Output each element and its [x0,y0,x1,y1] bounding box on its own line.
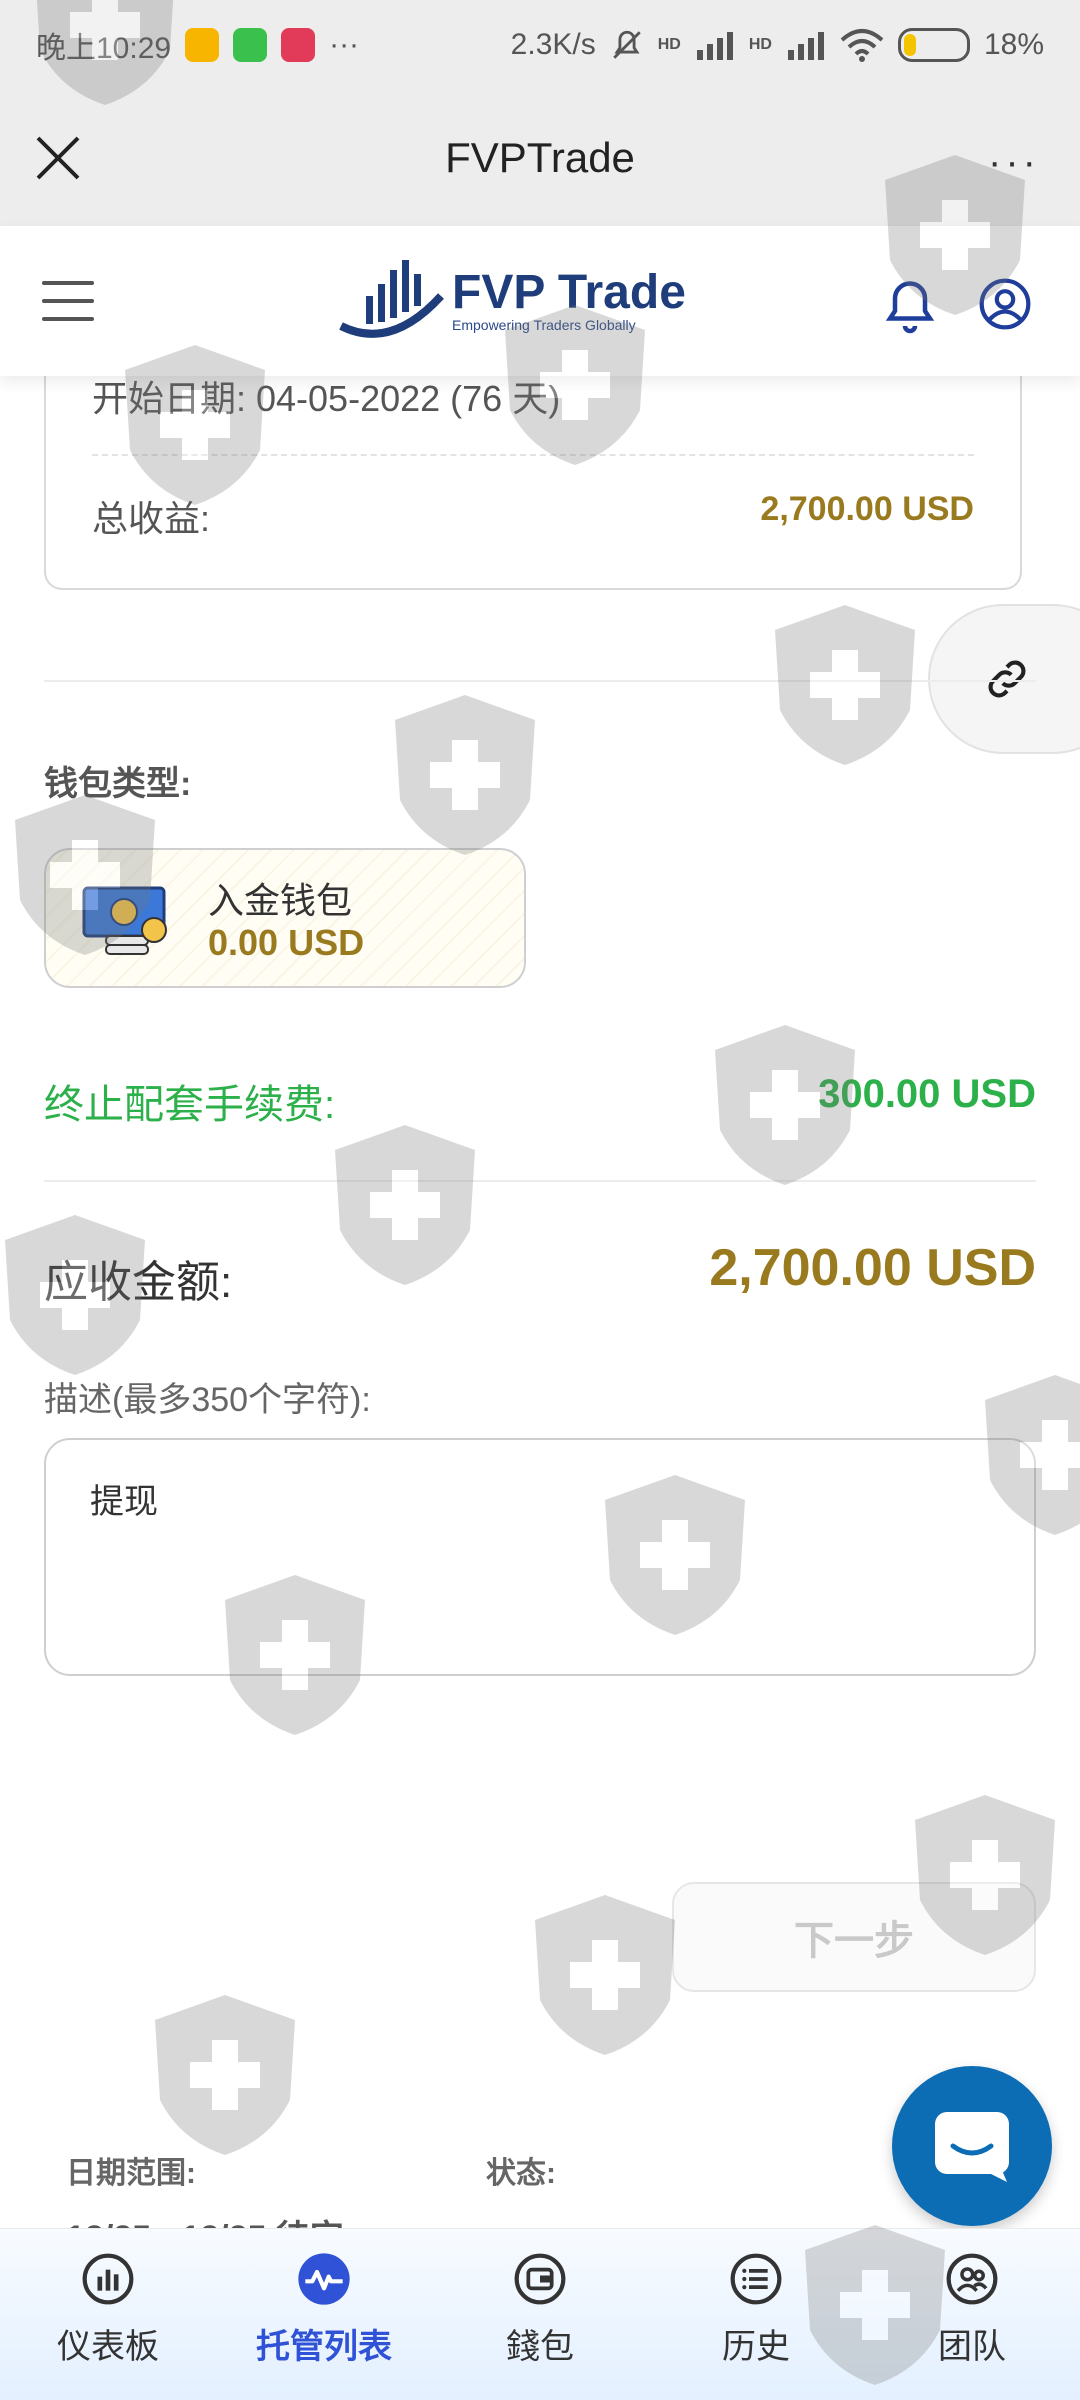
nav-wallet-label: 錢包 [506,2328,574,2366]
deposit-wallet-option[interactable]: 入金钱包 0.00 USD [44,848,526,988]
chart-icon [82,2253,134,2305]
wallet-balance: 0.00 USD [208,922,365,963]
wallet-name: 入金钱包 [208,880,353,921]
package-summary-card: 开始日期: 04-05-2022 (76 天) 总收益: 2,700.00 US… [44,340,1022,590]
store-app-icon [281,28,316,62]
chat-icon [935,2112,1009,2182]
logo-tagline: Empowering Traders Globally [452,317,636,333]
description-input[interactable] [44,1438,1036,1676]
pulse-icon [298,2253,350,2305]
receivable-amount-value: 2,700.00 USD [709,1239,1036,1297]
brand-logo[interactable]: FVP Trade Empowering Traders Globally [336,256,686,346]
watermark-shield-icon [155,1995,295,2155]
watermark-shield-icon [775,605,915,765]
total-profit-label: 总收益: [92,498,211,539]
watermark-shield-icon [535,1895,675,2055]
watermark-shield-icon [395,695,535,855]
status-filter-label: 状态: [486,2157,556,2190]
menu-icon[interactable] [42,281,94,321]
wifi-icon [840,29,884,62]
section-divider-2 [44,1180,1036,1182]
signal-hd-label: HD [657,36,681,53]
more-options-icon[interactable]: ··· [988,140,1040,185]
live-chat-button[interactable] [892,2066,1052,2226]
signal-icon [696,32,733,60]
nav-wallet[interactable]: 錢包 [432,2229,648,2400]
battery-level: 18% [983,28,1044,61]
wallet-type-label: 钱包类型: [44,765,192,803]
next-step-button[interactable]: 下一步 [672,1882,1036,1992]
termination-fee-value: 300.00 USD [818,1072,1036,1116]
wallet-icon [514,2253,566,2305]
user-profile-icon[interactable] [977,276,1033,332]
total-profit-value: 2,700.00 USD [760,490,974,528]
cash-icon [82,886,167,955]
team-icon [946,2253,998,2305]
nav-custody-list[interactable]: 托管列表 [216,2229,432,2400]
link-icon [988,660,1026,698]
security-app-icon [233,28,268,62]
status-bar: 晚上10:29 ··· 2.3K/s HD HD 18% [0,0,1080,90]
watermark-shield-icon [335,1125,475,1285]
nav-team[interactable]: 团队 [864,2229,1080,2400]
list-icon [730,2253,782,2305]
termination-fee-label: 终止配套手续费: [44,1083,336,1127]
status-time: 晚上10:29 [36,32,172,65]
logo-name: FVP Trade [452,266,686,319]
webview-title: FVPTrade [445,134,635,181]
status-more: ··· [329,28,360,61]
share-link-button[interactable] [928,604,1080,754]
bottom-nav: 仪表板 托管列表 錢包 历史 团队 [0,2228,1080,2400]
date-range-label: 日期范围: [66,2157,196,2190]
card-divider [92,454,974,456]
nav-team-label: 团队 [938,2328,1006,2366]
nav-history[interactable]: 历史 [648,2229,864,2400]
nav-custody-list-label: 托管列表 [256,2328,392,2366]
mute-icon [612,30,641,59]
notification-bell-icon[interactable] [880,276,940,336]
signal-hd-label-2: HD [748,36,772,53]
section-divider [44,680,1036,682]
nav-dashboard-label: 仪表板 [57,2328,159,2366]
webview-title-bar: FVPTrade ··· [0,90,1080,226]
description-label: 描述(最多350个字符): [44,1381,371,1419]
signal-icon-2 [787,32,824,60]
net-speed: 2.3K/s [510,28,596,61]
message-app-icon [185,28,220,62]
start-date: 开始日期: 04-05-2022 (76 天) [92,378,561,419]
battery-icon [897,28,970,62]
nav-history-label: 历史 [722,2328,790,2366]
nav-dashboard[interactable]: 仪表板 [0,2229,216,2400]
close-icon[interactable] [30,130,86,186]
logo-mark-icon [339,260,444,338]
receivable-amount-label: 应收金额: [44,1258,233,1307]
